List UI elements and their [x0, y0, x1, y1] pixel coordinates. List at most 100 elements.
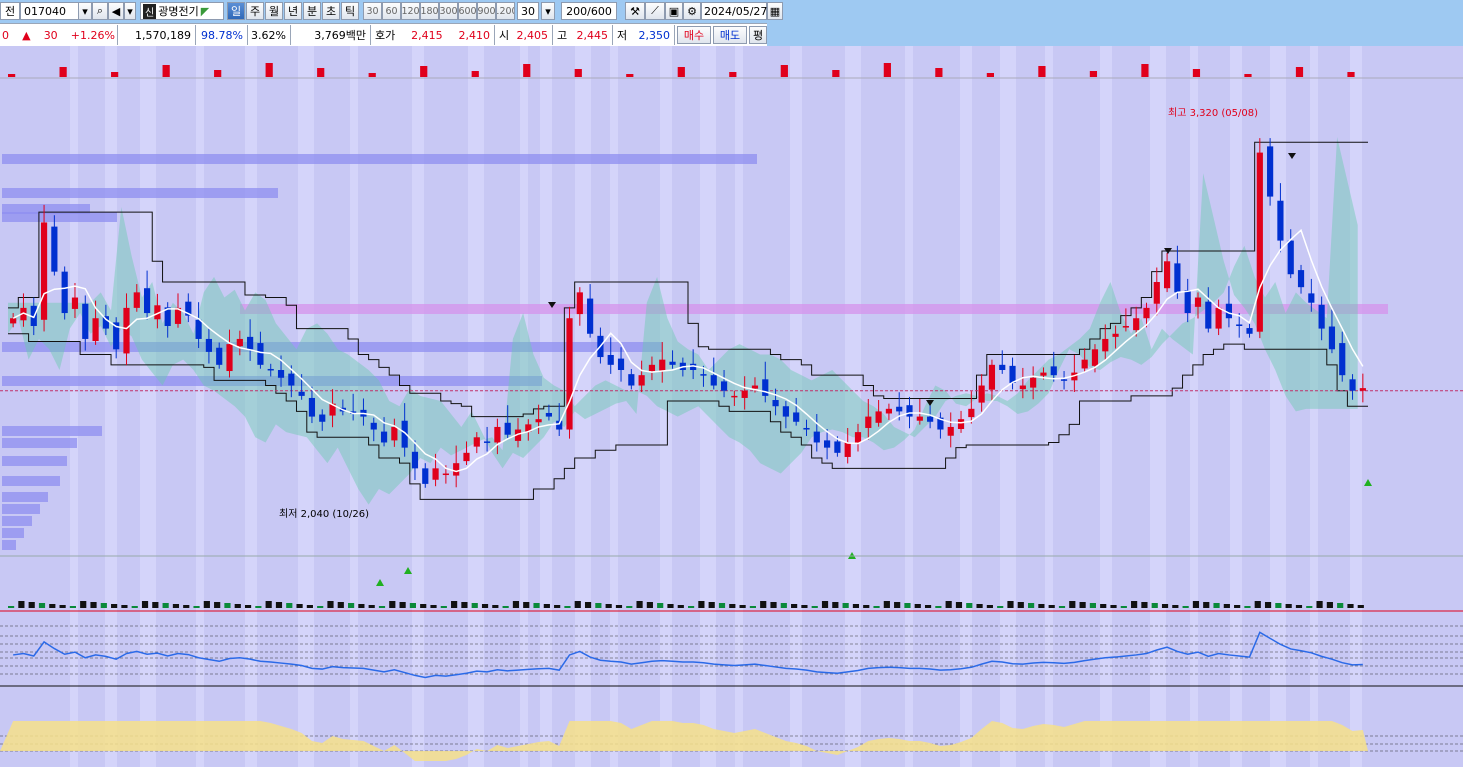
- period-tab-6[interactable]: 틱: [341, 2, 359, 20]
- volume-spike: [986, 73, 994, 77]
- minute-step-30[interactable]: 30: [363, 2, 382, 20]
- volume-bar: [461, 602, 468, 608]
- volume-bar: [317, 606, 324, 608]
- volume-profile-bar: [2, 438, 77, 448]
- price-chart[interactable]: [0, 46, 1463, 767]
- volume-spike: [729, 72, 737, 77]
- search-button[interactable]: ⌕: [92, 2, 108, 20]
- candle-body: [51, 226, 58, 272]
- volume-bar: [1244, 606, 1251, 608]
- date-input[interactable]: 2024/05/27: [701, 2, 767, 20]
- volume-bar: [976, 604, 983, 608]
- minute-step-60[interactable]: 60: [382, 2, 401, 20]
- volume-bar: [471, 603, 478, 608]
- volume-bar: [595, 603, 602, 608]
- candle-body: [669, 361, 676, 365]
- sound-dropdown[interactable]: ▾: [124, 2, 136, 20]
- volume-spike: [574, 69, 582, 77]
- volume-bar: [121, 605, 128, 608]
- volume-bar: [966, 603, 973, 608]
- extra-button[interactable]: 평: [749, 26, 767, 44]
- save-icon: ▣: [668, 4, 680, 18]
- period-tab-0[interactable]: 일: [227, 2, 245, 20]
- volume-bar: [605, 604, 612, 608]
- candle-body: [566, 318, 573, 430]
- candle-body: [298, 391, 305, 396]
- minute-step-180[interactable]: 180: [420, 2, 439, 20]
- candle-body: [968, 408, 975, 418]
- candle-body: [885, 408, 892, 414]
- volume-bar: [574, 601, 581, 608]
- candle-body: [813, 431, 820, 443]
- candle-body: [144, 288, 151, 314]
- interval-input[interactable]: 30: [517, 2, 539, 20]
- volume-bar: [1048, 605, 1055, 608]
- ask-label: 호가: [375, 29, 396, 42]
- minute-step-600[interactable]: 600: [458, 2, 477, 20]
- volume-profile-bar: [2, 426, 102, 436]
- settings-button[interactable]: ⚙: [683, 2, 701, 20]
- stock-code-input[interactable]: 017040: [20, 2, 80, 20]
- candle-body: [1205, 301, 1212, 329]
- market-prefix[interactable]: 전: [0, 2, 20, 20]
- candle-body: [834, 441, 841, 453]
- candle-body: [916, 416, 923, 421]
- stock-name-field[interactable]: 신 광명전기 ◤: [140, 2, 224, 20]
- minute-step-1200[interactable]: 1200: [496, 2, 515, 20]
- minute-step-300[interactable]: 300: [439, 2, 458, 20]
- candle-body: [1019, 385, 1026, 390]
- sell-button[interactable]: 매도: [713, 26, 747, 44]
- volume-bar: [801, 605, 808, 608]
- period-tab-2[interactable]: 월: [265, 2, 283, 20]
- candle-body: [741, 390, 748, 398]
- candle-body: [731, 395, 738, 398]
- sound-button[interactable]: ◀: [108, 2, 124, 20]
- period-tab-4[interactable]: 분: [303, 2, 321, 20]
- change-percent: +1.26%: [70, 28, 115, 42]
- candle-body: [710, 375, 717, 386]
- volume-spike: [1347, 72, 1355, 77]
- candle-body: [607, 354, 614, 365]
- volume-bar: [1285, 604, 1292, 608]
- volume-ratio: 98.78%: [201, 28, 243, 42]
- open-price: 2,405: [516, 28, 549, 42]
- volume-bar: [955, 602, 963, 608]
- volume-bar: [337, 602, 344, 608]
- calendar-button[interactable]: ▦: [767, 2, 783, 20]
- volume-spike: [265, 63, 273, 77]
- code-dropdown[interactable]: ▾: [78, 2, 92, 20]
- volume-bar: [997, 606, 1004, 608]
- minute-step-120[interactable]: 120: [401, 2, 420, 20]
- volume-spike: [59, 67, 67, 77]
- volume-bar: [358, 604, 365, 608]
- volume-bar: [49, 604, 56, 608]
- high-label: 고: [557, 29, 568, 42]
- candle-body: [1164, 261, 1171, 289]
- candle-body: [226, 344, 233, 372]
- period-tab-3[interactable]: 년: [284, 2, 302, 20]
- interval-dropdown[interactable]: ▾: [541, 2, 555, 20]
- shading-band: [1045, 46, 1053, 767]
- buy-button[interactable]: 매수: [677, 26, 711, 44]
- volume-bar: [657, 603, 664, 608]
- volume-spike: [111, 72, 119, 77]
- candle-body: [442, 473, 449, 476]
- volume-bar: [1264, 602, 1272, 608]
- count-input[interactable]: 200/600: [561, 2, 617, 20]
- candle-body: [1225, 303, 1232, 319]
- volume-bar: [708, 602, 715, 608]
- low-price: 2,350: [638, 28, 671, 42]
- minute-step-900[interactable]: 900: [477, 2, 496, 20]
- volume-bar: [131, 606, 138, 608]
- candle-body: [1236, 324, 1243, 326]
- tools-button[interactable]: ⚒: [625, 2, 645, 20]
- candle-body: [875, 411, 882, 423]
- chart-type-button[interactable]: ⟋: [645, 2, 665, 20]
- save-button[interactable]: ▣: [665, 2, 683, 20]
- volume-profile-bar: [2, 154, 757, 164]
- speaker-icon: ◀: [111, 4, 121, 18]
- period-tab-1[interactable]: 주: [246, 2, 264, 20]
- volume-bar: [69, 606, 76, 608]
- period-tab-5[interactable]: 초: [322, 2, 340, 20]
- candle-body: [1030, 377, 1037, 388]
